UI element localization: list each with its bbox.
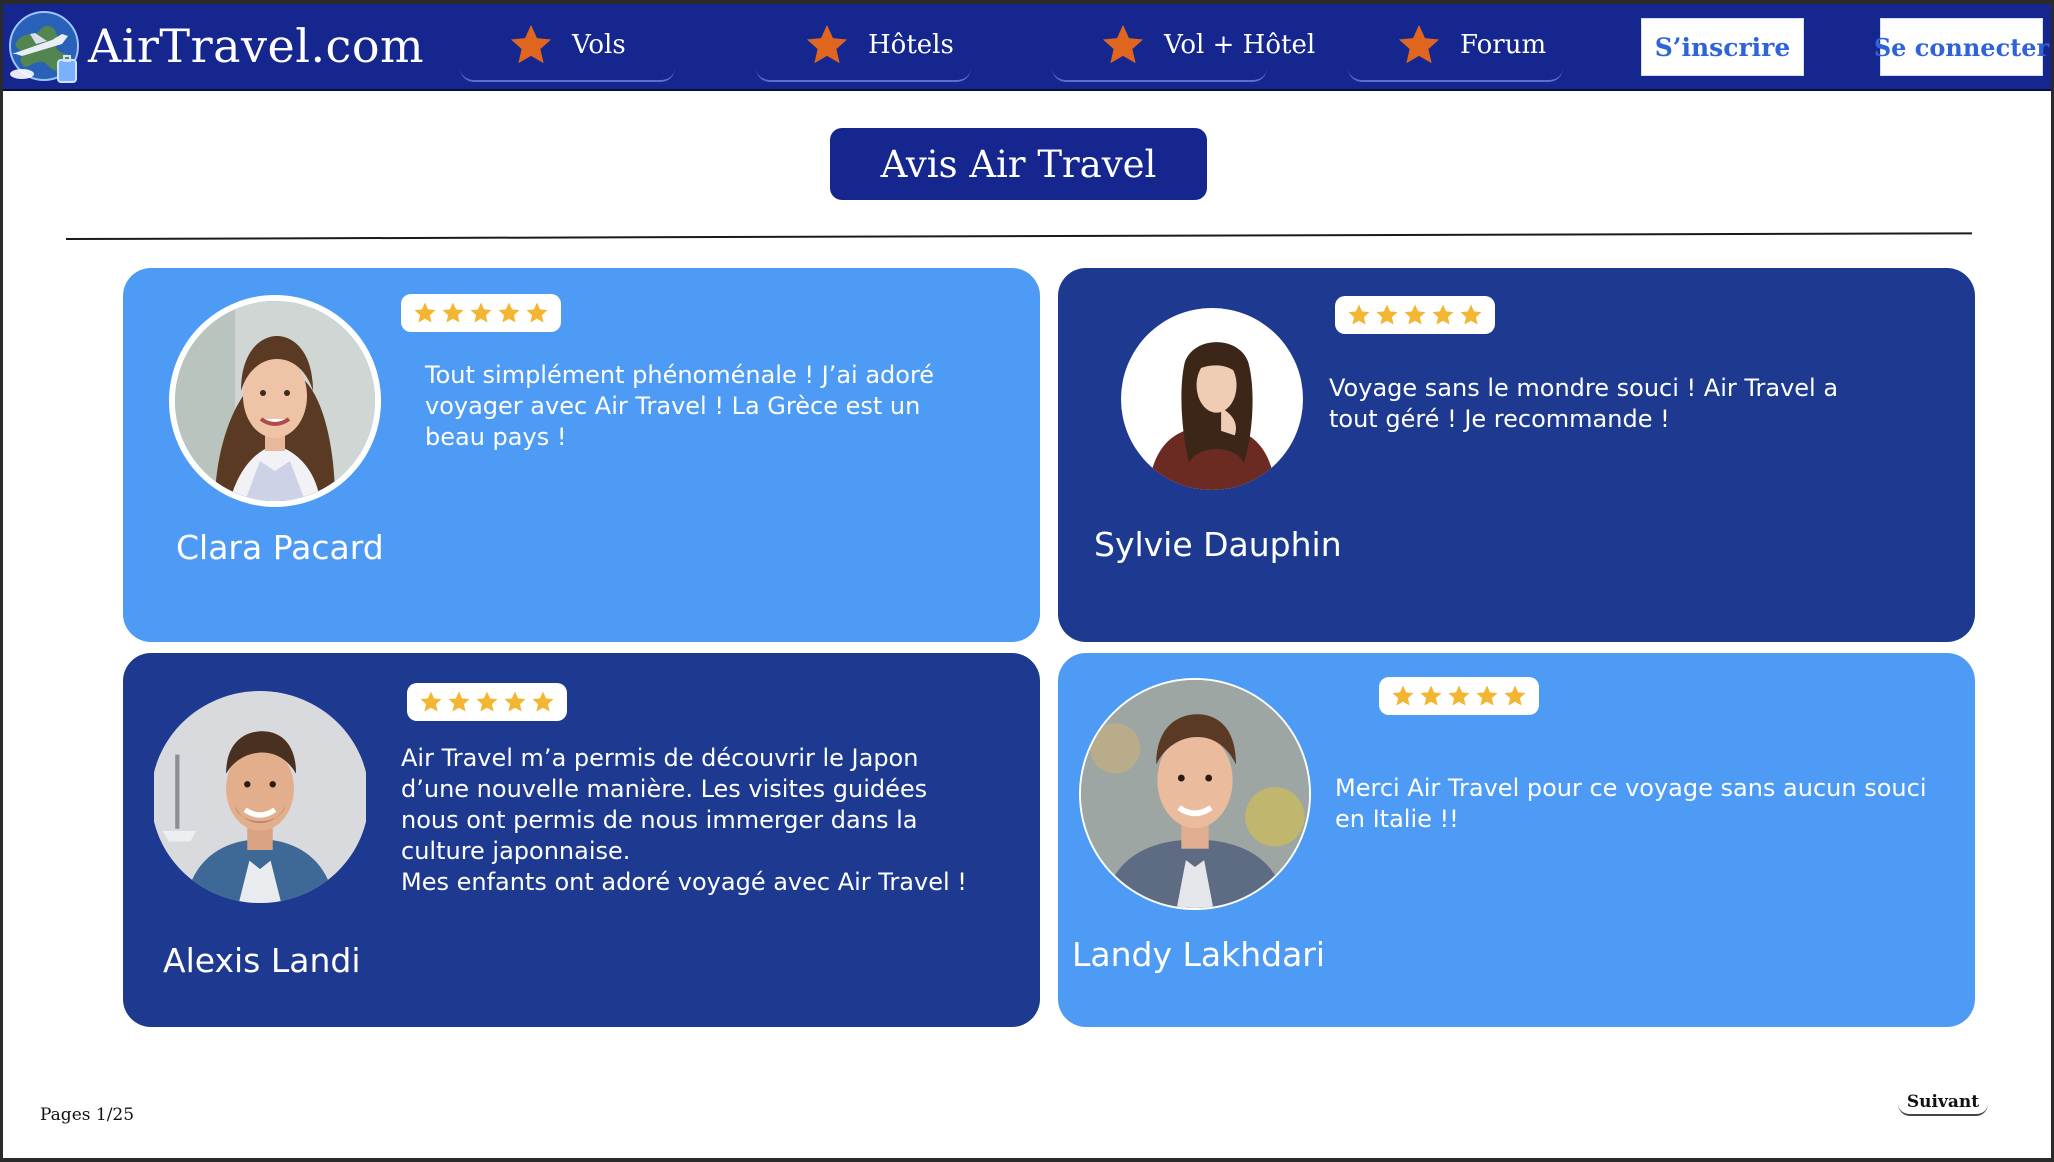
star-icon [441, 301, 465, 325]
star-icon [508, 22, 554, 68]
next-button[interactable]: Suivant [1898, 1090, 1988, 1116]
rating-stars [1379, 677, 1539, 715]
star-icon [1375, 303, 1399, 327]
review-text-line: tout géré ! Je recommande ! [1329, 405, 1670, 433]
star-icon [419, 690, 443, 714]
avatar [1079, 678, 1311, 910]
review-text-line: en Italie !! [1335, 805, 1459, 833]
review-text-line: voyager avec Air Travel ! La Grèce est u… [425, 392, 921, 420]
globe-plane-logo-icon[interactable] [6, 8, 84, 86]
review-card: Air Travel m’a permis de découvrir le Ja… [123, 653, 1040, 1027]
review-card: Merci Air Travel pour ce voyage sans auc… [1058, 653, 1975, 1027]
review-text-line: Air Travel m’a permis de découvrir le Ja… [401, 744, 919, 772]
star-icon [525, 301, 549, 325]
review-text: Tout simplément phénoménale ! J’ai adoré… [425, 360, 985, 453]
review-text-line: culture japonnaise. [401, 837, 631, 865]
review-text-line: beau pays ! [425, 423, 567, 451]
nav-item-vols[interactable]: Vols [460, 18, 675, 82]
star-icon [1391, 684, 1415, 708]
star-icon [1419, 684, 1443, 708]
nav-item-label: Forum [1460, 30, 1547, 60]
reviewer-name: Clara Pacard [176, 528, 384, 567]
title-divider [65, 232, 1972, 240]
page-title: Avis Air Travel [830, 128, 1207, 200]
star-icon [1396, 22, 1442, 68]
review-text: Air Travel m’a permis de découvrir le Ja… [401, 743, 1031, 898]
nav-item-forum[interactable]: Forum [1348, 18, 1563, 82]
star-icon [1403, 303, 1427, 327]
star-icon [1475, 684, 1499, 708]
page-indicator: Pages 1/25 [40, 1105, 135, 1125]
star-icon [1503, 684, 1527, 708]
login-button[interactable]: Se connecter [1874, 18, 2049, 76]
nav-item-label: Vols [572, 30, 626, 60]
review-text-line: Mes enfants ont adoré voyagé avec Air Tr… [401, 868, 967, 896]
review-card: Voyage sans le mondre souci ! Air Travel… [1058, 268, 1975, 642]
star-icon [503, 690, 527, 714]
star-icon [497, 301, 521, 325]
review-text: Merci Air Travel pour ce voyage sans auc… [1335, 773, 1965, 835]
rating-stars [407, 683, 567, 721]
star-icon [475, 690, 499, 714]
nav-item-label: Hôtels [868, 30, 954, 60]
star-icon [413, 301, 437, 325]
rating-stars [401, 294, 561, 332]
brand-name[interactable]: AirTravel.com [88, 16, 424, 76]
avatar [169, 295, 381, 507]
reviewer-name: Landy Lakhdari [1072, 935, 1326, 974]
review-text-line: d’une nouvelle manière. Les visites guid… [401, 775, 928, 803]
avatar [151, 691, 369, 903]
star-icon [1347, 303, 1371, 327]
star-icon [1100, 22, 1146, 68]
star-icon [1447, 684, 1471, 708]
review-text-line: Voyage sans le mondre souci ! Air Travel… [1329, 374, 1839, 402]
star-icon [469, 301, 493, 325]
reviewer-name: Sylvie Dauphin [1094, 525, 1342, 564]
review-text-line: Merci Air Travel pour ce voyage sans auc… [1335, 774, 1927, 802]
star-icon [1459, 303, 1483, 327]
nav-item-hotels[interactable]: Hôtels [756, 18, 971, 82]
star-icon [531, 690, 555, 714]
reviewer-name: Alexis Landi [163, 941, 361, 980]
rating-stars [1335, 296, 1495, 334]
review-text-line: nous ont permis de nous immerger dans la [401, 806, 918, 834]
nav-item-vol-hotel[interactable]: Vol + Hôtel [1052, 18, 1315, 82]
star-icon [1431, 303, 1455, 327]
top-navbar: AirTravel.com Vols Hôtels Vol + Hôtel Fo… [0, 0, 2054, 91]
nav-item-label: Vol + Hôtel [1164, 30, 1316, 60]
review-text: Voyage sans le mondre souci ! Air Travel… [1329, 373, 1929, 435]
star-icon [447, 690, 471, 714]
signup-button[interactable]: S’inscrire [1641, 18, 1804, 76]
avatar [1121, 308, 1303, 490]
star-icon [804, 22, 850, 68]
review-text-line: Tout simplément phénoménale ! J’ai adoré [425, 361, 935, 389]
review-card: Tout simplément phénoménale ! J’ai adoré… [123, 268, 1040, 642]
